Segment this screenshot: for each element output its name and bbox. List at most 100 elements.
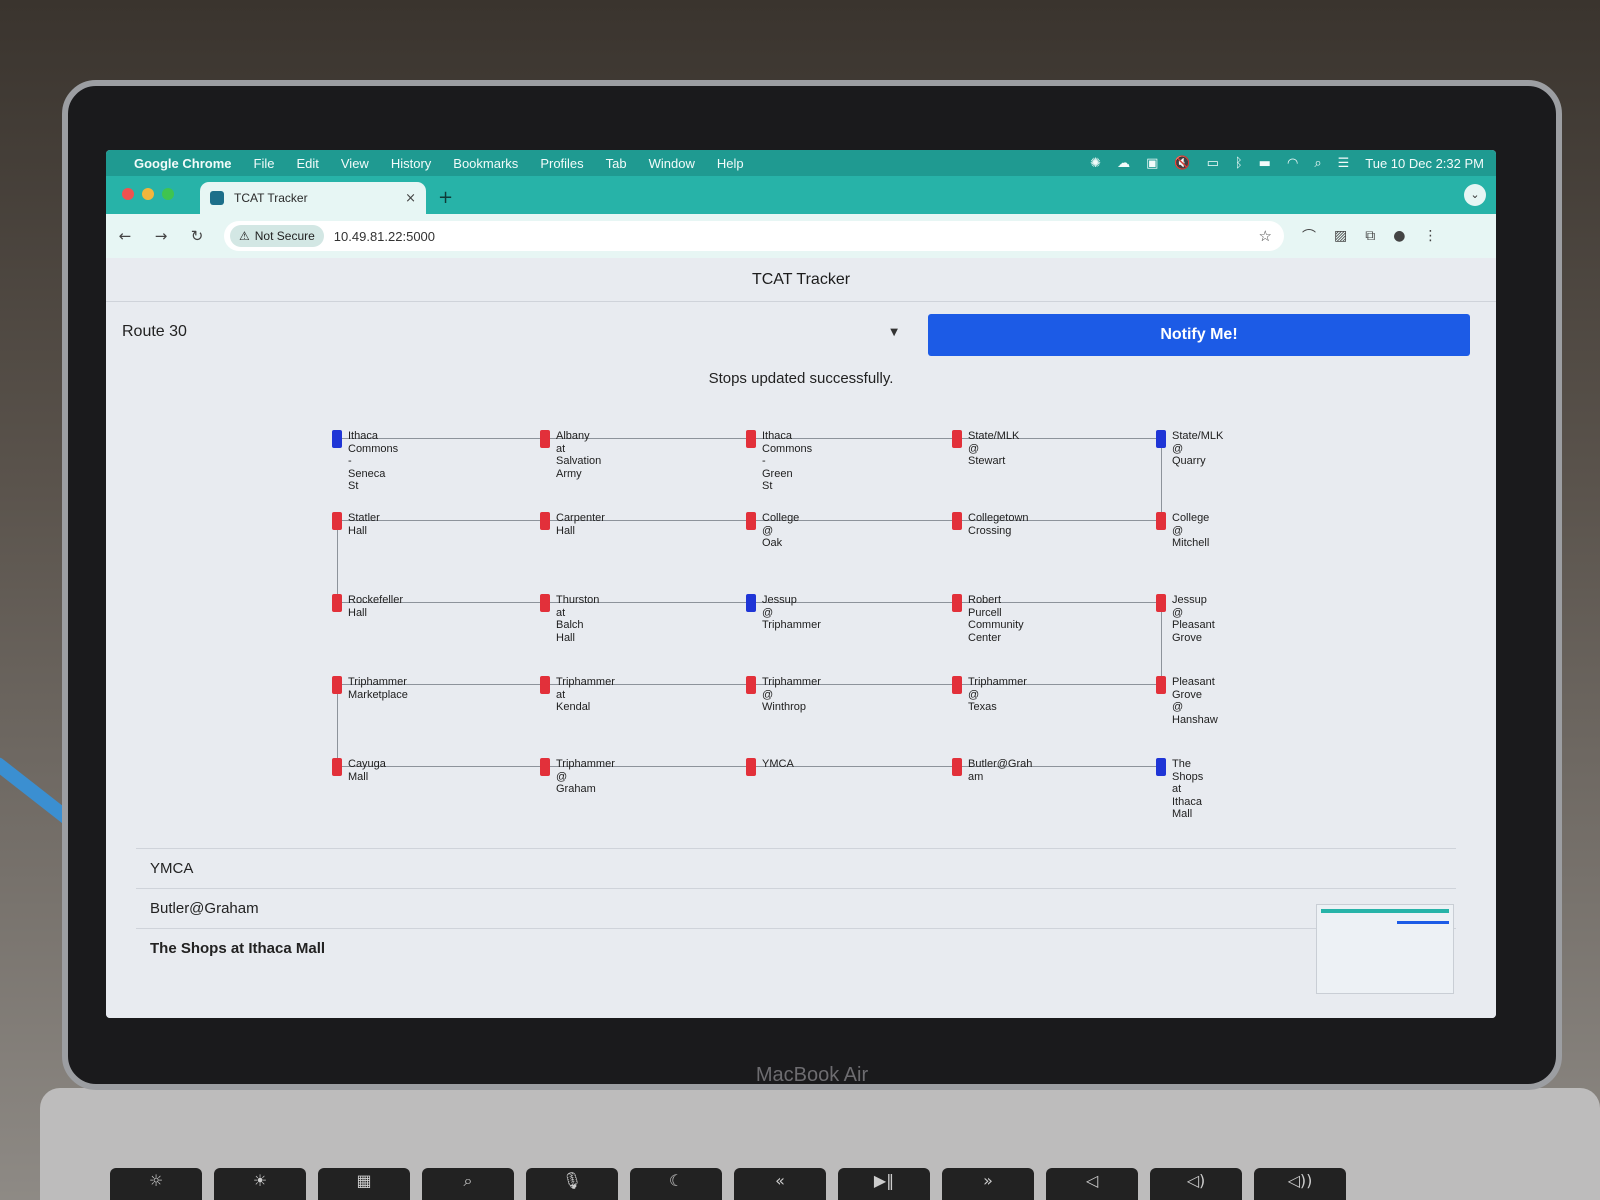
wifi-icon[interactable]: ◠	[1287, 156, 1298, 171]
list-item[interactable]: The Shops at Ithaca Mall	[136, 928, 1456, 968]
route-stop[interactable]: Robert Purcell Community Center	[952, 594, 1038, 644]
stop-marker[interactable]	[332, 676, 342, 694]
route-stop[interactable]: Cayuga Mall	[332, 758, 418, 783]
stop-marker[interactable]	[540, 430, 550, 448]
stop-marker[interactable]	[1156, 676, 1166, 694]
route-stop[interactable]: Carpenter Hall	[540, 512, 626, 537]
menu-window[interactable]: Window	[649, 156, 695, 171]
menu-view[interactable]: View	[341, 156, 369, 171]
tab-close-icon[interactable]: ×	[405, 191, 416, 206]
stop-marker[interactable]	[332, 594, 342, 612]
chatgpt-icon[interactable]: ✺	[1090, 156, 1101, 171]
list-item[interactable]: YMCA	[136, 848, 1456, 888]
security-chip[interactable]: ⚠ Not Secure	[230, 225, 324, 247]
route-stop[interactable]: College @ Mitchell	[1156, 512, 1242, 550]
minimize-window-button[interactable]	[142, 188, 154, 200]
route-stop[interactable]: State/MLK @ Quarry	[1156, 430, 1242, 468]
route-stop[interactable]: College @ Oak	[746, 512, 832, 550]
stop-marker[interactable]	[952, 430, 962, 448]
menu-file[interactable]: File	[254, 156, 275, 171]
bluetooth-icon[interactable]: ᛒ	[1235, 156, 1243, 171]
stop-label: YMCA	[762, 758, 794, 770]
play-pause-key: ▶‖	[838, 1168, 930, 1200]
screenshot-thumbnail[interactable]	[1316, 904, 1454, 994]
stop-marker[interactable]	[746, 594, 756, 612]
close-window-button[interactable]	[122, 188, 134, 200]
menu-help[interactable]: Help	[717, 156, 744, 171]
bookmark-star-icon[interactable]: ☆	[1259, 227, 1272, 245]
route-select[interactable]: Route 30 ▼	[116, 312, 906, 352]
new-tab-button[interactable]: +	[438, 187, 453, 208]
reload-icon[interactable]: ↻	[188, 227, 206, 245]
route-stop[interactable]: The Shops at Ithaca Mall	[1156, 758, 1242, 821]
menu-profiles[interactable]: Profiles	[540, 156, 583, 171]
route-stop[interactable]: Triphammer at Kendal	[540, 676, 626, 714]
menu-edit[interactable]: Edit	[296, 156, 318, 171]
stop-marker[interactable]	[1156, 512, 1166, 530]
route-stop[interactable]: YMCA	[746, 758, 832, 776]
menu-history[interactable]: History	[391, 156, 431, 171]
extension-image-icon[interactable]: ▨	[1334, 228, 1347, 244]
route-stop[interactable]: Pleasant Grove @ Hanshaw	[1156, 676, 1242, 726]
extensions-puzzle-icon[interactable]: ⧉	[1365, 228, 1375, 244]
profile-avatar-icon[interactable]: ●	[1393, 228, 1405, 244]
route-stop[interactable]: Triphammer Marketplace	[332, 676, 418, 701]
tab-search-icon[interactable]: ⌄	[1464, 184, 1486, 206]
search-icon[interactable]: ⌕	[1314, 156, 1321, 171]
route-stop[interactable]: Albany at Salvation Army	[540, 430, 626, 480]
menu-app[interactable]: Google Chrome	[134, 156, 232, 171]
stop-marker[interactable]	[746, 676, 756, 694]
route-stop[interactable]: Jessup @ Pleasant Grove	[1156, 594, 1242, 644]
stop-marker[interactable]	[332, 430, 342, 448]
stop-marker[interactable]	[332, 758, 342, 776]
stop-marker[interactable]	[746, 758, 756, 776]
stop-marker[interactable]	[1156, 594, 1166, 612]
menubar-clock[interactable]: Tue 10 Dec 2:32 PM	[1365, 156, 1484, 171]
route-stop[interactable]: Triphammer @ Graham	[540, 758, 626, 796]
stop-marker[interactable]	[952, 758, 962, 776]
route-stop[interactable]: Rockefeller Hall	[332, 594, 418, 619]
route-stop[interactable]: Statler Hall	[332, 512, 418, 537]
browser-toolbar: ← → ↻ ⚠ Not Secure 10.49.81.22:5000 ☆ ⌒ …	[106, 214, 1496, 258]
url-text[interactable]: 10.49.81.22:5000	[334, 229, 435, 244]
stop-label: Collegetown Crossing	[968, 512, 1029, 537]
address-bar[interactable]: ⚠ Not Secure 10.49.81.22:5000 ☆	[224, 221, 1284, 251]
extension-arc-icon[interactable]: ⌒	[1302, 226, 1316, 246]
stop-marker[interactable]	[746, 512, 756, 530]
stop-marker[interactable]	[540, 758, 550, 776]
route-stop[interactable]: Butler@Grah am	[952, 758, 1038, 783]
menu-tab[interactable]: Tab	[606, 156, 627, 171]
stop-marker[interactable]	[952, 512, 962, 530]
route-stop[interactable]: State/MLK @ Stewart	[952, 430, 1038, 468]
route-stop[interactable]: Ithaca Commons - Seneca St	[332, 430, 418, 493]
stop-marker[interactable]	[540, 512, 550, 530]
route-stop[interactable]: Thurston at Balch Hall	[540, 594, 626, 644]
stop-marker[interactable]	[1156, 758, 1166, 776]
back-icon[interactable]: ←	[116, 227, 134, 245]
stop-marker[interactable]	[540, 594, 550, 612]
control-center-icon[interactable]: ☰	[1338, 156, 1350, 171]
menu-bookmarks[interactable]: Bookmarks	[453, 156, 518, 171]
mute-icon[interactable]: 🔇	[1174, 156, 1190, 171]
route-stop[interactable]: Triphammer @ Texas	[952, 676, 1038, 714]
stop-marker[interactable]	[952, 594, 962, 612]
stop-marker[interactable]	[332, 512, 342, 530]
chrome-menu-icon[interactable]: ⋮	[1423, 228, 1437, 244]
route-stop[interactable]: Ithaca Commons - Green St	[746, 430, 832, 493]
display-icon[interactable]: ▭	[1207, 156, 1219, 171]
tab-tcat-tracker[interactable]: TCAT Tracker ×	[200, 182, 426, 214]
forward-icon[interactable]: →	[152, 227, 170, 245]
route-stop[interactable]: Triphammer @ Winthrop	[746, 676, 832, 714]
stop-marker[interactable]	[1156, 430, 1166, 448]
route-stop[interactable]: Collegetown Crossing	[952, 512, 1038, 537]
zoom-window-button[interactable]	[162, 188, 174, 200]
stop-marker[interactable]	[540, 676, 550, 694]
xppen-icon[interactable]: ▣	[1146, 156, 1158, 171]
route-stop[interactable]: Jessup @ Triphammer	[746, 594, 832, 632]
list-item[interactable]: Butler@Graham	[136, 888, 1456, 928]
wechat-icon[interactable]: ☁	[1117, 156, 1130, 171]
notify-me-button[interactable]: Notify Me!	[928, 314, 1470, 356]
battery-icon[interactable]: ▬	[1259, 156, 1271, 171]
stop-marker[interactable]	[952, 676, 962, 694]
stop-marker[interactable]	[746, 430, 756, 448]
